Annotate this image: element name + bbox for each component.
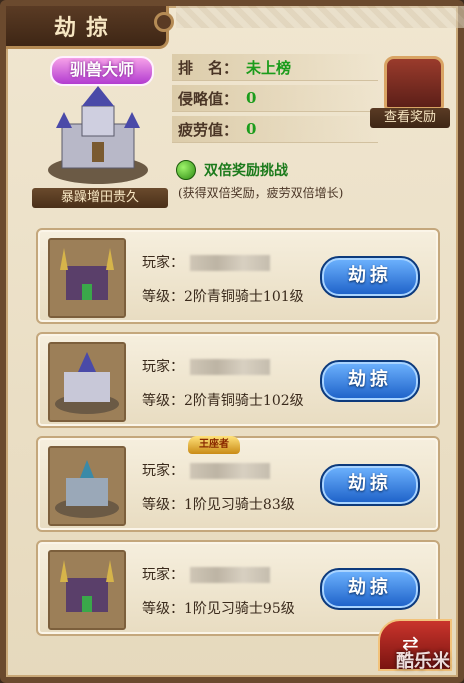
- view-reward-label: 查看奖励: [370, 108, 450, 128]
- castle-icon: [48, 86, 148, 184]
- player-label: 玩家：: [142, 463, 184, 479]
- dark-castle-icon: [50, 552, 124, 628]
- target-list: 玩家： 等级：2阶青铜骑士101级 劫掠 玩家： 等级：2阶青铜骑士102级 劫…: [36, 228, 440, 644]
- target-castle-image: [48, 446, 126, 526]
- stat-label: 排 名：: [178, 58, 239, 77]
- player-row: 玩家：: [142, 356, 270, 376]
- level-value: 2阶青铜骑士102级: [184, 393, 304, 409]
- raid-panel: 劫掠 驯兽大师 暴躁增田贵久 排 名： 未上榜 侵略值： 0 疲劳值： 0 查看…: [0, 0, 464, 683]
- raid-button[interactable]: 劫掠: [320, 568, 420, 610]
- view-reward-button[interactable]: 查看奖励: [370, 52, 450, 134]
- dark-castle-icon: [50, 240, 124, 316]
- double-reward-label: 双倍奖励挑战: [204, 163, 288, 179]
- list-item: 玩家： 等级：2阶青铜骑士102级 劫掠: [36, 332, 440, 428]
- level-label: 等级：: [142, 601, 184, 617]
- castle-name: 暴躁增田贵久: [32, 188, 168, 208]
- treasure-chest-icon: [384, 56, 444, 110]
- player-name-blurred: [190, 359, 270, 375]
- target-castle-image: [48, 342, 126, 422]
- ring-decoration: [154, 12, 174, 32]
- player-row: 玩家：: [142, 460, 270, 480]
- list-item: 玩家： 等级：2阶青铜骑士101级 劫掠: [36, 228, 440, 324]
- player-name-blurred: [190, 567, 270, 583]
- stat-value: 0: [246, 120, 257, 138]
- level-label: 等级：: [142, 393, 184, 409]
- stat-value: 未上榜: [246, 58, 292, 77]
- title-badge: 驯兽大师: [50, 56, 154, 86]
- level-value: 1阶见习骑士83级: [184, 497, 295, 513]
- level-value: 1阶见习骑士95级: [184, 601, 295, 617]
- level-row: 等级：2阶青铜骑士101级: [142, 286, 304, 306]
- blue-castle-icon: [50, 344, 124, 420]
- top-decoration: [176, 6, 464, 28]
- level-value: 2阶青铜骑士101级: [184, 289, 304, 305]
- player-row: 玩家：: [142, 564, 270, 584]
- player-label: 玩家：: [142, 567, 184, 583]
- player-row: 玩家：: [142, 252, 270, 272]
- player-label: 玩家：: [142, 255, 184, 271]
- target-castle-image: [48, 550, 126, 630]
- radio-dot-icon: [176, 160, 196, 180]
- level-row: 等级：1阶见习骑士95级: [142, 598, 295, 618]
- stat-rank: 排 名： 未上榜: [172, 54, 378, 81]
- list-item: 王座者 玩家： 等级：1阶见习骑士83级 劫掠: [36, 436, 440, 532]
- my-castle-card: 驯兽大师 暴躁增田贵久: [32, 50, 168, 210]
- panel-title: 劫掠: [6, 6, 174, 49]
- crown-badge: 王座者: [188, 436, 240, 454]
- player-name-blurred: [190, 255, 270, 271]
- stat-label: 侵略值：: [178, 89, 239, 108]
- stat-fatigue: 疲劳值： 0: [172, 116, 378, 143]
- player-label: 玩家：: [142, 359, 184, 375]
- level-label: 等级：: [142, 497, 184, 513]
- target-castle-image: [48, 238, 126, 318]
- raid-button[interactable]: 劫掠: [320, 360, 420, 402]
- panel-title-text: 劫掠: [53, 15, 118, 41]
- raid-button[interactable]: 劫掠: [320, 256, 420, 298]
- stat-value: 0: [246, 89, 257, 107]
- my-castle-image: [42, 84, 154, 188]
- stat-aggression: 侵略值： 0: [172, 85, 378, 112]
- fortress-icon: [50, 448, 124, 524]
- info-section: 驯兽大师 暴躁增田贵久 排 名： 未上榜 侵略值： 0 疲劳值： 0 查看奖励 …: [22, 50, 454, 218]
- raid-button[interactable]: 劫掠: [320, 464, 420, 506]
- stat-label: 疲劳值：: [178, 120, 239, 139]
- level-row: 等级：1阶见习骑士83级: [142, 494, 295, 514]
- watermark: 酷乐米: [396, 651, 450, 672]
- double-reward-note: (获得双倍奖励，疲劳双倍增长): [178, 186, 344, 200]
- level-label: 等级：: [142, 289, 184, 305]
- level-row: 等级：2阶青铜骑士102级: [142, 390, 304, 410]
- player-name-blurred: [190, 463, 270, 479]
- list-item: 玩家： 等级：1阶见习骑士95级 劫掠: [36, 540, 440, 636]
- double-reward-toggle[interactable]: 双倍奖励挑战: [176, 160, 288, 180]
